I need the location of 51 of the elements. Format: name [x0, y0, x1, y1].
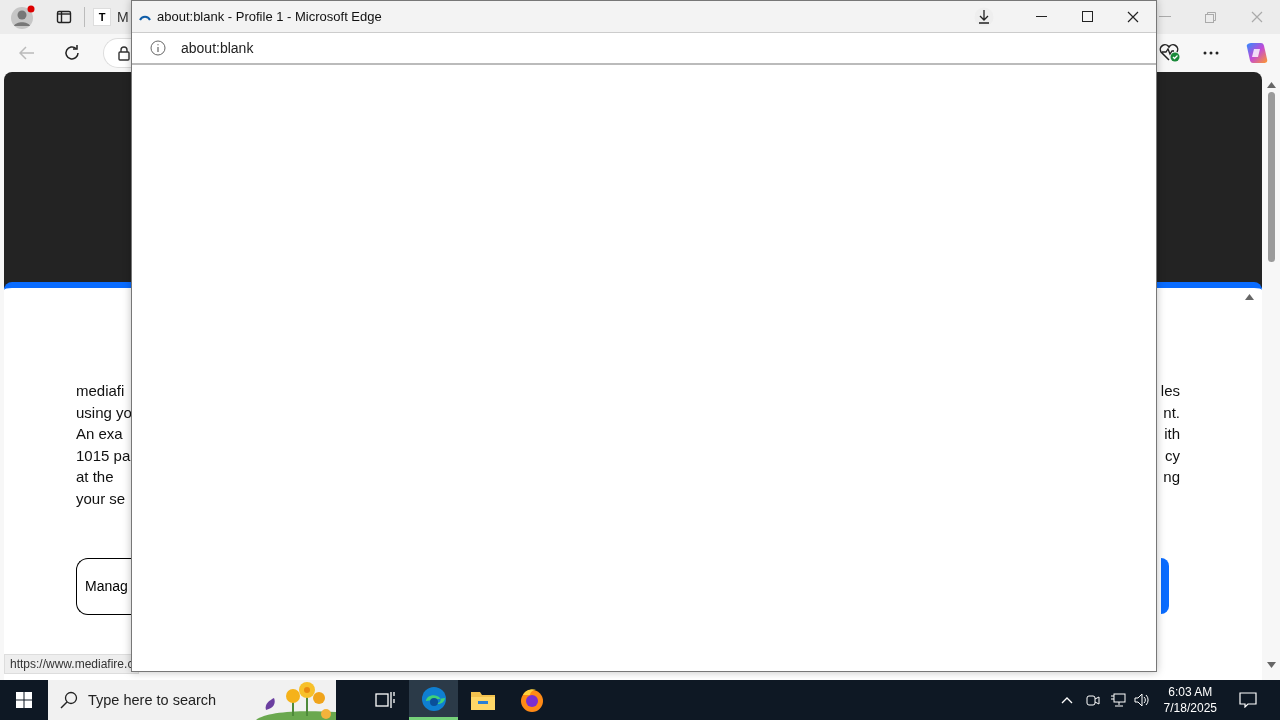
- more-options-icon[interactable]: [1203, 51, 1219, 55]
- edge-logo-icon: [420, 685, 447, 712]
- paragraph-line: ith: [1164, 424, 1180, 445]
- windows-logo-icon: [16, 692, 32, 708]
- minimize-icon: [1035, 16, 1047, 17]
- paragraph-line: 1015 pa: [76, 445, 132, 466]
- volume-icon[interactable]: [1133, 693, 1150, 707]
- search-field[interactable]: Type here to search: [48, 680, 336, 720]
- notification-icon[interactable]: [1239, 692, 1257, 708]
- paragraph-line: at the: [76, 467, 115, 488]
- tab-actions-icon[interactable]: [56, 9, 72, 25]
- window-title: about:blank - Profile 1 - Microsoft Edge: [157, 9, 382, 24]
- lock-icon: [118, 45, 130, 61]
- scroll-thumb[interactable]: [1267, 92, 1275, 262]
- task-view-icon: [374, 691, 395, 709]
- collapse-icon[interactable]: [1245, 294, 1254, 300]
- tab-title[interactable]: M: [117, 9, 129, 25]
- taskbar-app[interactable]: [409, 680, 458, 720]
- clock[interactable]: 6:03 AM 7/18/2025: [1163, 684, 1217, 716]
- heart-check-icon[interactable]: [1159, 43, 1181, 63]
- scroll-up-icon[interactable]: [1266, 82, 1276, 88]
- action-button[interactable]: [1161, 557, 1169, 614]
- info-icon: [150, 40, 166, 56]
- camera-icon[interactable]: [1085, 693, 1100, 707]
- time-text: 6:03 AM: [1168, 684, 1213, 700]
- search-icon: [60, 691, 78, 709]
- copilot-icon[interactable]: [1245, 41, 1269, 65]
- paragraph-line: mediafi: [76, 381, 126, 401]
- status-url: https://www.mediafire.c: [4, 654, 140, 674]
- refresh-icon[interactable]: [63, 44, 81, 62]
- paragraph-line: An exa: [76, 424, 124, 445]
- paragraph-line: cy: [1165, 445, 1180, 466]
- folder-icon: [469, 689, 496, 711]
- site-logo-icon: T: [93, 8, 111, 26]
- address-bar[interactable]: [103, 38, 131, 68]
- chevron-up-icon[interactable]: [1060, 696, 1073, 704]
- close-icon: [1127, 10, 1139, 23]
- paragraph-line: your se: [76, 488, 127, 509]
- manage-button[interactable]: Manag: [76, 557, 131, 615]
- paragraph-line: ng: [1163, 467, 1180, 488]
- address-field[interactable]: about:blank: [181, 40, 254, 56]
- paragraph-line: les: [1160, 381, 1180, 401]
- maximize-icon: [1081, 11, 1093, 22]
- profile-avatar-icon[interactable]: [10, 4, 36, 30]
- network-icon[interactable]: [1109, 693, 1126, 707]
- date-text: 7/18/2025: [1163, 700, 1217, 716]
- firefox-logo-icon: [518, 687, 545, 713]
- search-placeholder: Type here to search: [88, 692, 217, 708]
- paragraph-line: using yo: [76, 402, 132, 423]
- scroll-down-icon[interactable]: [1266, 662, 1276, 668]
- paragraph-line: nt.: [1163, 402, 1180, 423]
